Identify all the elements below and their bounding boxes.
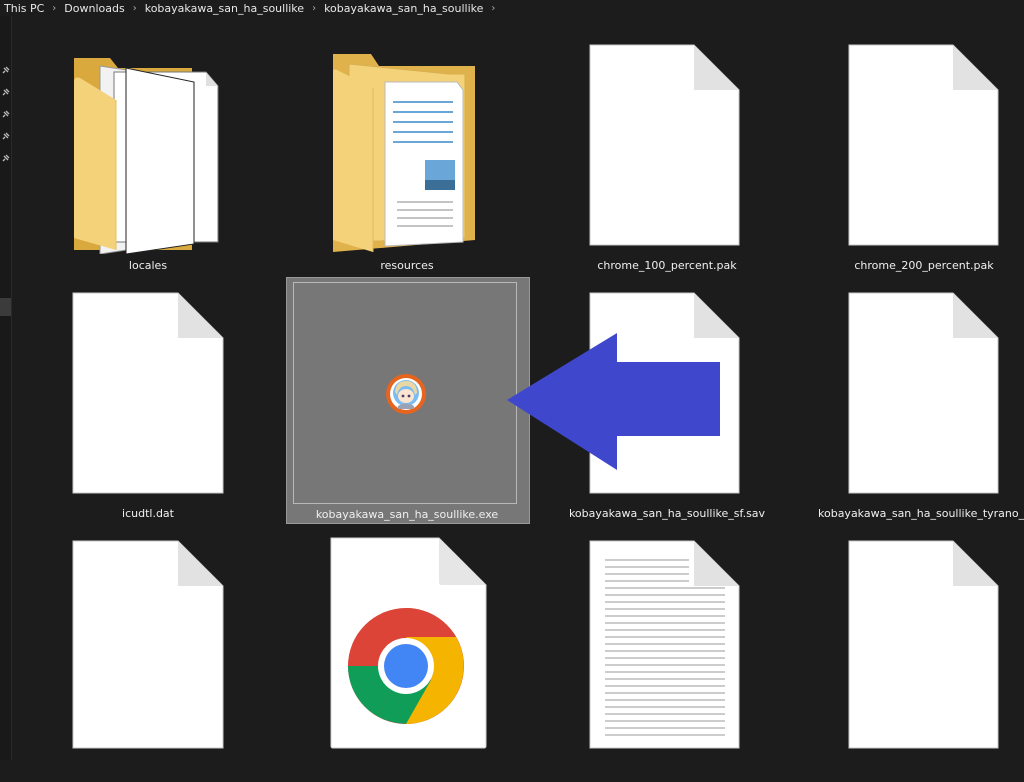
file-name: icudtl.dat [122,507,174,520]
file-item-chrome-200-pak[interactable]: chrome_200_percent.pak [806,42,1024,286]
chevron-right-icon[interactable]: › [308,3,320,14]
breadcrumb-this-pc[interactable]: This PC [0,2,48,15]
file-item-resources[interactable]: resources [289,42,525,286]
game-app-icon [386,374,426,414]
file-name: resources [380,259,434,272]
breadcrumb: This PC › Downloads › kobayakawa_san_ha_… [0,0,1024,16]
file-item-chrome-100-pak[interactable]: chrome_100_percent.pak [549,42,785,286]
file-name: kobayakawa_san_ha_soullike_tyrano_data.s… [818,507,1024,520]
file-name: locales [128,259,168,272]
generic-file-icon [848,44,999,246]
file-item-row3-1[interactable] [30,538,266,782]
file-item-locales[interactable]: locales [30,42,266,286]
breadcrumb-game-folder[interactable]: kobayakawa_san_ha_soullike [141,2,308,15]
folder-icon [333,54,475,252]
file-item-icudtl[interactable]: icudtl.dat [30,290,266,534]
generic-file-icon [589,44,740,246]
file-name: chrome_100_percent.pak [597,259,737,272]
arrow-left-icon [507,333,720,470]
generic-file-icon [848,540,999,749]
navigation-selected-item[interactable] [0,298,11,316]
file-item-tyrano-data-sav[interactable]: kobayakawa_san_ha_soullike_tyrano_data.s… [806,290,1024,534]
generic-file-icon [848,292,999,494]
file-name: chrome_200_percent.pak [854,259,994,272]
file-item-game-exe[interactable]: kobayakawa_san_ha_soullike.exe [286,277,530,524]
pin-icon [2,66,10,74]
file-item-chrome-html[interactable] [289,536,525,780]
breadcrumb-game-subfolder[interactable]: kobayakawa_san_ha_soullike [320,2,487,15]
text-document-icon [589,540,740,749]
generic-file-icon [72,540,224,749]
chevron-right-icon[interactable]: › [487,3,499,14]
folder-icon [74,58,219,254]
chrome-document-icon [330,537,487,749]
file-item-row3-4[interactable] [806,538,1024,782]
chevron-right-icon[interactable]: › [129,3,141,14]
breadcrumb-downloads[interactable]: Downloads [60,2,128,15]
navigation-pane[interactable] [0,16,12,760]
generic-file-icon [72,292,224,494]
file-name: kobayakawa_san_ha_soullike.exe [315,508,499,521]
pin-icon [2,132,10,140]
chevron-right-icon[interactable]: › [48,3,60,14]
pin-icon [2,110,10,118]
file-name: kobayakawa_san_ha_soullike_sf.sav [568,507,766,520]
file-item-text-doc[interactable] [549,538,785,782]
chrome-icon [348,608,464,724]
pin-icon [2,154,10,162]
pin-icon [2,88,10,96]
